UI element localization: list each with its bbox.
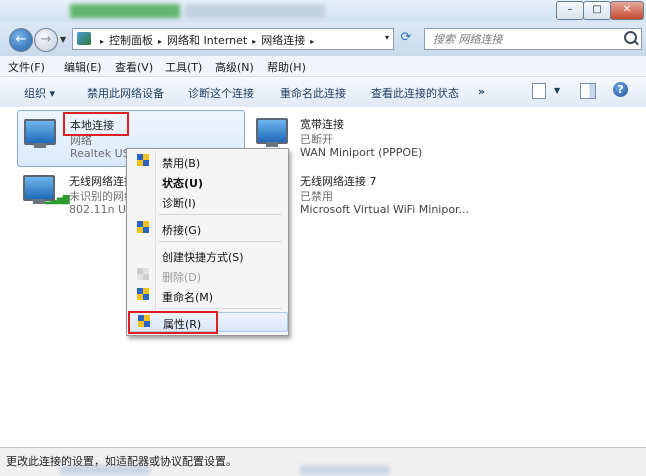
breadcrumb: ▸ 控制面板 ▸ 网络和 Internet ▸ 网络连接 ▸ xyxy=(95,32,319,48)
history-dropdown-icon[interactable]: ▼ xyxy=(60,35,66,44)
menu-tools[interactable]: 工具(T) xyxy=(165,59,202,75)
search-input[interactable] xyxy=(431,32,615,47)
highlight-box-properties xyxy=(128,311,218,334)
menu-item-label: 诊断(I) xyxy=(162,197,196,210)
menu-view[interactable]: 查看(V) xyxy=(115,59,153,75)
diagnose-button[interactable]: 诊断这个连接 xyxy=(188,85,254,101)
help-icon[interactable]: ? xyxy=(613,82,628,97)
view-options-dropdown-icon[interactable]: ▼ xyxy=(554,86,560,95)
organize-button[interactable]: 组织 ▾ xyxy=(24,85,55,101)
connections-list: 本地连接 网络 Realtek USB FE Family Controller… xyxy=(0,107,646,447)
connection-device: Microsoft Virtual WiFi Minipor... xyxy=(300,203,470,216)
breadcrumb-control-panel[interactable]: 控制面板 xyxy=(109,34,153,47)
connection-name: 宽带连接 xyxy=(300,118,344,131)
menu-separator xyxy=(158,308,282,309)
taskbar-blurred-region xyxy=(60,465,150,475)
connection-status: 未识别的网络 xyxy=(69,190,129,203)
connection-device: Realtek USB FE Family Controller xyxy=(70,147,130,160)
address-box[interactable]: ▸ 控制面板 ▸ 网络和 Internet ▸ 网络连接 ▸ ▾ xyxy=(72,28,394,50)
breadcrumb-separator[interactable]: ▸ xyxy=(252,37,256,46)
menu-bar: 文件(F) 编辑(E) 查看(V) 工具(T) 高级(N) 帮助(H) xyxy=(0,56,646,77)
shield-icon xyxy=(137,268,149,281)
close-button[interactable]: ✕ xyxy=(610,1,644,20)
shield-icon xyxy=(137,154,149,167)
title-bar: – □ ✕ xyxy=(0,0,646,22)
signal-bars-icon: ▂▃▅▇ xyxy=(45,195,70,205)
menu-item-label: 创建快捷方式(S) xyxy=(162,251,244,264)
menu-item-label: 桥接(G) xyxy=(162,224,202,237)
menu-file[interactable]: 文件(F) xyxy=(8,59,45,75)
minimize-button[interactable]: – xyxy=(556,1,584,20)
menu-separator xyxy=(158,214,282,215)
breadcrumb-network-internet[interactable]: 网络和 Internet xyxy=(167,34,247,47)
menu-help[interactable]: 帮助(H) xyxy=(267,59,306,75)
forward-button[interactable]: → xyxy=(34,28,58,52)
rename-button[interactable]: 重命名此连接 xyxy=(280,85,346,101)
connection-device: 802.11n USB Wireless LAN Card xyxy=(69,203,129,216)
preview-pane-icon[interactable] xyxy=(580,83,596,99)
menu-item-status[interactable]: 状态(U) xyxy=(129,172,286,191)
connection-name: 无线网络连接 xyxy=(69,175,129,188)
search-box xyxy=(424,28,642,50)
menu-item-disable[interactable]: 禁用(B) xyxy=(129,152,286,171)
menu-edit[interactable]: 编辑(E) xyxy=(64,59,102,75)
breadcrumb-network-connections[interactable]: 网络连接 xyxy=(261,34,305,47)
refresh-icon[interactable]: ⟳ xyxy=(396,30,416,48)
menu-item-label: 禁用(B) xyxy=(162,157,201,170)
menu-item-delete: 删除(D) xyxy=(129,266,286,285)
connection-device: WAN Miniport (PPPOE) xyxy=(300,146,423,159)
menu-advanced[interactable]: 高级(N) xyxy=(215,59,254,75)
menu-separator xyxy=(158,241,282,242)
title-blurred-region xyxy=(70,4,180,18)
shield-icon xyxy=(137,221,149,234)
more-commands-button[interactable]: » xyxy=(478,85,485,98)
breadcrumb-separator[interactable]: ▸ xyxy=(158,37,162,46)
menu-item-create-shortcut[interactable]: 创建快捷方式(S) xyxy=(129,246,286,265)
menu-item-label: 删除(D) xyxy=(162,271,202,284)
taskbar-blurred-region-2 xyxy=(300,465,390,475)
network-adapter-icon xyxy=(24,119,56,148)
menu-item-rename[interactable]: 重命名(M) xyxy=(129,286,286,305)
control-panel-icon xyxy=(77,32,91,45)
menu-item-label: 状态(U) xyxy=(162,177,203,190)
back-button[interactable]: ← xyxy=(9,28,33,52)
menu-item-label: 重命名(M) xyxy=(162,291,214,304)
highlight-box-local-connection xyxy=(63,112,129,136)
network-adapter-icon xyxy=(256,118,288,147)
menu-item-diagnose[interactable]: 诊断(I) xyxy=(129,192,286,211)
command-bar: 组织 ▾ 禁用此网络设备 诊断这个连接 重命名此连接 查看此连接的状态 » ▼ … xyxy=(0,77,646,108)
title-blurred-region-2 xyxy=(185,4,325,18)
breadcrumb-separator[interactable]: ▸ xyxy=(310,37,314,46)
maximize-button[interactable]: □ xyxy=(583,1,611,20)
address-bar-row: ← → ▼ ▸ 控制面板 ▸ 网络和 Internet ▸ 网络连接 ▸ ▾ ⟳ xyxy=(0,22,646,56)
menu-item-bridge[interactable]: 桥接(G) xyxy=(129,219,286,238)
connection-name: 无线网络连接 7 xyxy=(300,175,377,188)
search-icon[interactable] xyxy=(624,31,637,44)
address-dropdown-icon[interactable]: ▾ xyxy=(385,33,389,42)
connection-status: 已禁用 xyxy=(300,190,333,203)
disable-device-button[interactable]: 禁用此网络设备 xyxy=(87,85,164,101)
shield-icon xyxy=(137,288,149,301)
view-status-button[interactable]: 查看此连接的状态 xyxy=(371,85,459,101)
context-menu: 禁用(B) 状态(U) 诊断(I) 桥接(G) 创建快捷方式(S) 删除(D) xyxy=(126,148,289,336)
connection-status: 已断开 xyxy=(300,133,333,146)
view-options-icon[interactable] xyxy=(532,83,546,99)
breadcrumb-separator[interactable]: ▸ xyxy=(100,37,104,46)
